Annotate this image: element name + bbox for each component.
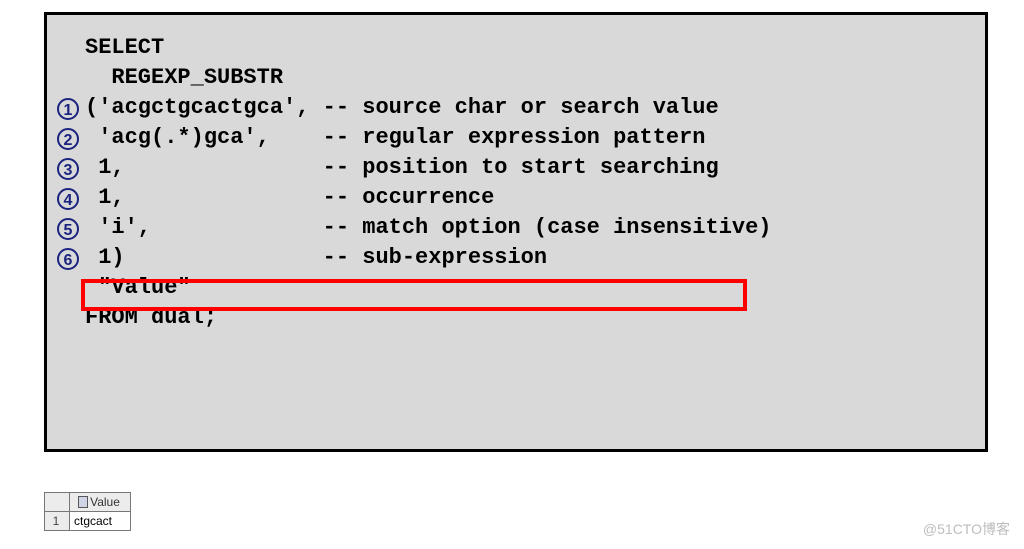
column-icon <box>78 496 88 508</box>
marker-2-icon: 2 <box>57 128 79 150</box>
code-line: 2 'acg(.*)gca', -- regular expression pa… <box>57 123 967 153</box>
code-line: 5 'i', -- match option (case insensitive… <box>57 213 967 243</box>
code-text: SELECT <box>85 35 164 60</box>
code-text: 1) -- sub-expression <box>85 245 547 270</box>
code-line: 4 1, -- occurrence <box>57 183 967 213</box>
code-text: 'i', -- match option (case insensitive) <box>85 215 772 240</box>
code-text: 1, -- position to start searching <box>85 155 719 180</box>
code-line: REGEXP_SUBSTR <box>57 63 967 93</box>
code-text: ('acgctgcactgca', -- source char or sear… <box>85 95 719 120</box>
code-line: 6 1) -- sub-expression <box>57 243 967 273</box>
query-result-table: Value 1 ctgcact <box>44 492 131 531</box>
code-text: 1, -- occurrence <box>85 185 494 210</box>
marker-1-icon: 1 <box>57 98 79 120</box>
column-header-text: Value <box>90 495 120 509</box>
code-text: 'acg(.*)gca', -- regular expression patt… <box>85 125 706 150</box>
code-text: "Value" <box>85 275 191 300</box>
code-line: SELECT <box>57 33 967 63</box>
marker-5-icon: 5 <box>57 218 79 240</box>
table-row: Value <box>45 493 131 512</box>
code-text: FROM dual; <box>85 305 217 330</box>
rownum-cell: 1 <box>45 512 70 531</box>
marker-6-icon: 6 <box>57 248 79 270</box>
code-line: FROM dual; <box>57 303 967 333</box>
code-line: 3 1, -- position to start searching <box>57 153 967 183</box>
code-line: 1 ('acgctgcactgca', -- source char or sea… <box>57 93 967 123</box>
result-cell: ctgcact <box>70 512 131 531</box>
sql-code-box: SELECT REGEXP_SUBSTR 1 ('acgctgcactgca', … <box>44 12 988 452</box>
marker-3-icon: 3 <box>57 158 79 180</box>
marker-4-icon: 4 <box>57 188 79 210</box>
watermark-text: @51CTO博客 <box>923 519 1010 539</box>
code-line: "Value" <box>57 273 967 303</box>
table-row: 1 ctgcact <box>45 512 131 531</box>
column-header: Value <box>70 493 131 512</box>
code-text: REGEXP_SUBSTR <box>85 65 283 90</box>
rownum-header <box>45 493 70 512</box>
